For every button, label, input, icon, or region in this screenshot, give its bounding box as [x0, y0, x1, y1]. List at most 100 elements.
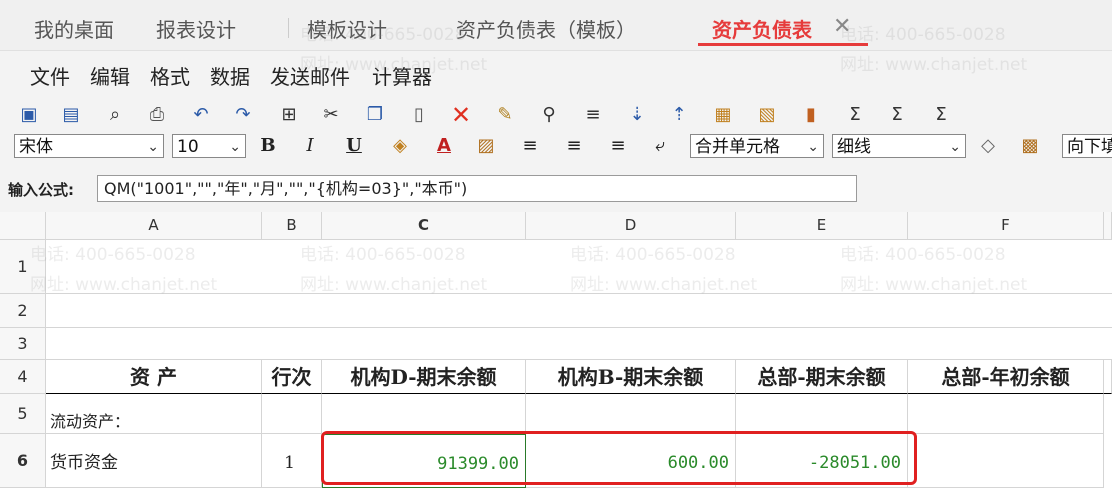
cut-icon[interactable]: ✂: [318, 102, 344, 128]
cell-d5[interactable]: [526, 394, 736, 434]
column-header-d[interactable]: D: [526, 212, 736, 240]
cell-f4[interactable]: 总部-年初余额: [908, 360, 1104, 394]
cell-a4[interactable]: 资 产: [46, 360, 262, 394]
font-size-value: 10: [177, 137, 199, 157]
sum-rows-icon[interactable]: Σ: [884, 102, 910, 128]
cell-g4[interactable]: [1104, 360, 1112, 394]
wrap-text-icon[interactable]: ⤶: [648, 134, 672, 158]
row-2-cells[interactable]: [46, 294, 1112, 328]
merge-cells-select[interactable]: 合并单元格 ⌄: [690, 134, 824, 158]
row-header-4[interactable]: 4: [0, 360, 46, 394]
close-icon[interactable]: ✕: [833, 14, 851, 39]
redo-icon[interactable]: ↷: [230, 102, 256, 128]
row-header-5[interactable]: 5: [0, 394, 46, 434]
cell-c4[interactable]: 机构D-期末余额: [322, 360, 526, 394]
paste-special-icon[interactable]: ▦: [710, 102, 736, 128]
merge-cells-value: 合并单元格: [695, 137, 780, 157]
tab-bar: 我的桌面 报表设计 模板设计 资产负债表（模板） 资产负债表 ✕: [0, 0, 1112, 51]
formula-input[interactable]: QM("1001","","年","月","","{机构=03}","本币"): [97, 175, 857, 202]
menu-edit[interactable]: 编辑: [90, 61, 130, 90]
report-icon[interactable]: ▮: [798, 102, 824, 128]
cell-b6[interactable]: 1: [262, 434, 322, 488]
cell-b5[interactable]: [262, 394, 322, 434]
underline-button[interactable]: U: [342, 134, 366, 158]
replace-icon[interactable]: ≡: [580, 102, 606, 128]
cell-f5[interactable]: [908, 394, 1104, 434]
chevron-down-icon: ⌄: [949, 139, 961, 155]
align-right-icon[interactable]: ≡: [606, 134, 630, 158]
copy-icon[interactable]: ❐: [362, 102, 388, 128]
cell-a5[interactable]: 流动资产：: [46, 394, 262, 434]
row-1-cells[interactable]: [46, 240, 1112, 294]
tab-template-design[interactable]: 模板设计: [307, 14, 387, 43]
cell-b4[interactable]: 行次: [262, 360, 322, 394]
find-icon[interactable]: ⚲: [536, 102, 562, 128]
row-header-6[interactable]: 6: [0, 434, 46, 488]
font-family-select[interactable]: 宋体 ⌄: [14, 134, 164, 158]
cell-a6[interactable]: 货币资金: [46, 434, 262, 488]
menu-calculator[interactable]: 计算器: [372, 61, 432, 90]
corner-header[interactable]: [0, 212, 46, 240]
cell-d6[interactable]: 600.00: [526, 434, 736, 488]
print-icon[interactable]: ⎙: [144, 102, 170, 128]
font-family-value: 宋体: [19, 137, 53, 157]
sort-ascending-icon[interactable]: ⇣: [624, 102, 650, 128]
tab-balance-sheet-template[interactable]: 资产负债表（模板）: [456, 14, 636, 43]
sum-icon[interactable]: Σ: [842, 102, 868, 128]
menu-format[interactable]: 格式: [150, 61, 190, 90]
tab-report-design[interactable]: 报表设计: [156, 14, 236, 43]
line-style-select[interactable]: 细线 ⌄: [832, 134, 966, 158]
menu-file[interactable]: 文件: [30, 61, 70, 90]
column-header-f[interactable]: F: [908, 212, 1104, 240]
column-header-c[interactable]: C: [322, 212, 526, 240]
row-header-3[interactable]: 3: [0, 328, 46, 360]
fill-settings-icon[interactable]: ▩: [1018, 134, 1042, 158]
font-size-select[interactable]: 10 ⌄: [172, 134, 246, 158]
save-icon[interactable]: ▣: [16, 102, 42, 128]
column-header-a[interactable]: A: [46, 212, 262, 240]
menu-bar: 文件 编辑 格式 数据 发送邮件 计算器: [0, 51, 1112, 95]
format-painter-icon[interactable]: ✎: [492, 102, 518, 128]
cell-d4[interactable]: 机构B-期末余额: [526, 360, 736, 394]
align-center-icon[interactable]: ≡: [562, 134, 586, 158]
print-preview-icon[interactable]: ⌕: [102, 102, 128, 128]
toolbar-format: 宋体 ⌄ 10 ⌄ B I U ◈ A ▨ ≡ ≡ ≡ ⤶ 合并单元格 ⌄ 细线…: [0, 132, 1112, 162]
tab-separator: [288, 18, 289, 38]
sum-columns-icon[interactable]: Σ: [928, 102, 954, 128]
undo-icon[interactable]: ↶: [188, 102, 214, 128]
row-3-cells[interactable]: [46, 328, 1112, 360]
row-header-2[interactable]: 2: [0, 294, 46, 328]
column-header-b[interactable]: B: [262, 212, 322, 240]
fill-color-icon[interactable]: ◈: [388, 134, 412, 158]
bold-button[interactable]: B: [256, 134, 280, 158]
menu-send-email[interactable]: 发送邮件: [270, 61, 350, 90]
paste-icon[interactable]: ▯: [406, 102, 432, 128]
select-all-icon[interactable]: ⊞: [276, 102, 302, 128]
align-left-icon[interactable]: ≡: [518, 134, 542, 158]
fill-direction-select[interactable]: 向下填: [1062, 134, 1112, 158]
cell-c6[interactable]: 91399.00: [322, 434, 526, 488]
cell-f6[interactable]: [908, 434, 1104, 488]
cell-e4[interactable]: 总部-期末余额: [736, 360, 908, 394]
eraser-icon[interactable]: ◇: [976, 134, 1000, 158]
toolbar-main: ▣ ▤ ⌕ ⎙ ↶ ↷ ⊞ ✂ ❐ ▯ ✕ ✎ ⚲ ≡ ⇣ ⇡ ▦ ▧ ▮ Σ …: [0, 97, 1112, 133]
save-as-icon[interactable]: ▤: [58, 102, 84, 128]
cell-c5[interactable]: [322, 394, 526, 434]
clipboard-icon[interactable]: ▧: [754, 102, 780, 128]
menu-data[interactable]: 数据: [210, 61, 250, 90]
font-color-icon[interactable]: A: [432, 134, 456, 158]
row-header-1[interactable]: 1: [0, 240, 46, 294]
fill-direction-value: 向下填: [1067, 137, 1112, 157]
delete-icon[interactable]: ✕: [448, 102, 474, 128]
tab-balance-sheet[interactable]: 资产负债表: [712, 14, 812, 43]
cell-e5[interactable]: [736, 394, 908, 434]
italic-button[interactable]: I: [298, 134, 322, 158]
formula-label: 输入公式:: [8, 181, 74, 199]
sort-descending-icon[interactable]: ⇡: [666, 102, 692, 128]
column-header-e[interactable]: E: [736, 212, 908, 240]
column-header-g[interactable]: [1104, 212, 1112, 240]
chevron-down-icon: ⌄: [807, 139, 819, 155]
border-icon[interactable]: ▨: [474, 134, 498, 158]
tab-my-desktop[interactable]: 我的桌面: [34, 14, 114, 43]
cell-e6[interactable]: -28051.00: [736, 434, 908, 488]
